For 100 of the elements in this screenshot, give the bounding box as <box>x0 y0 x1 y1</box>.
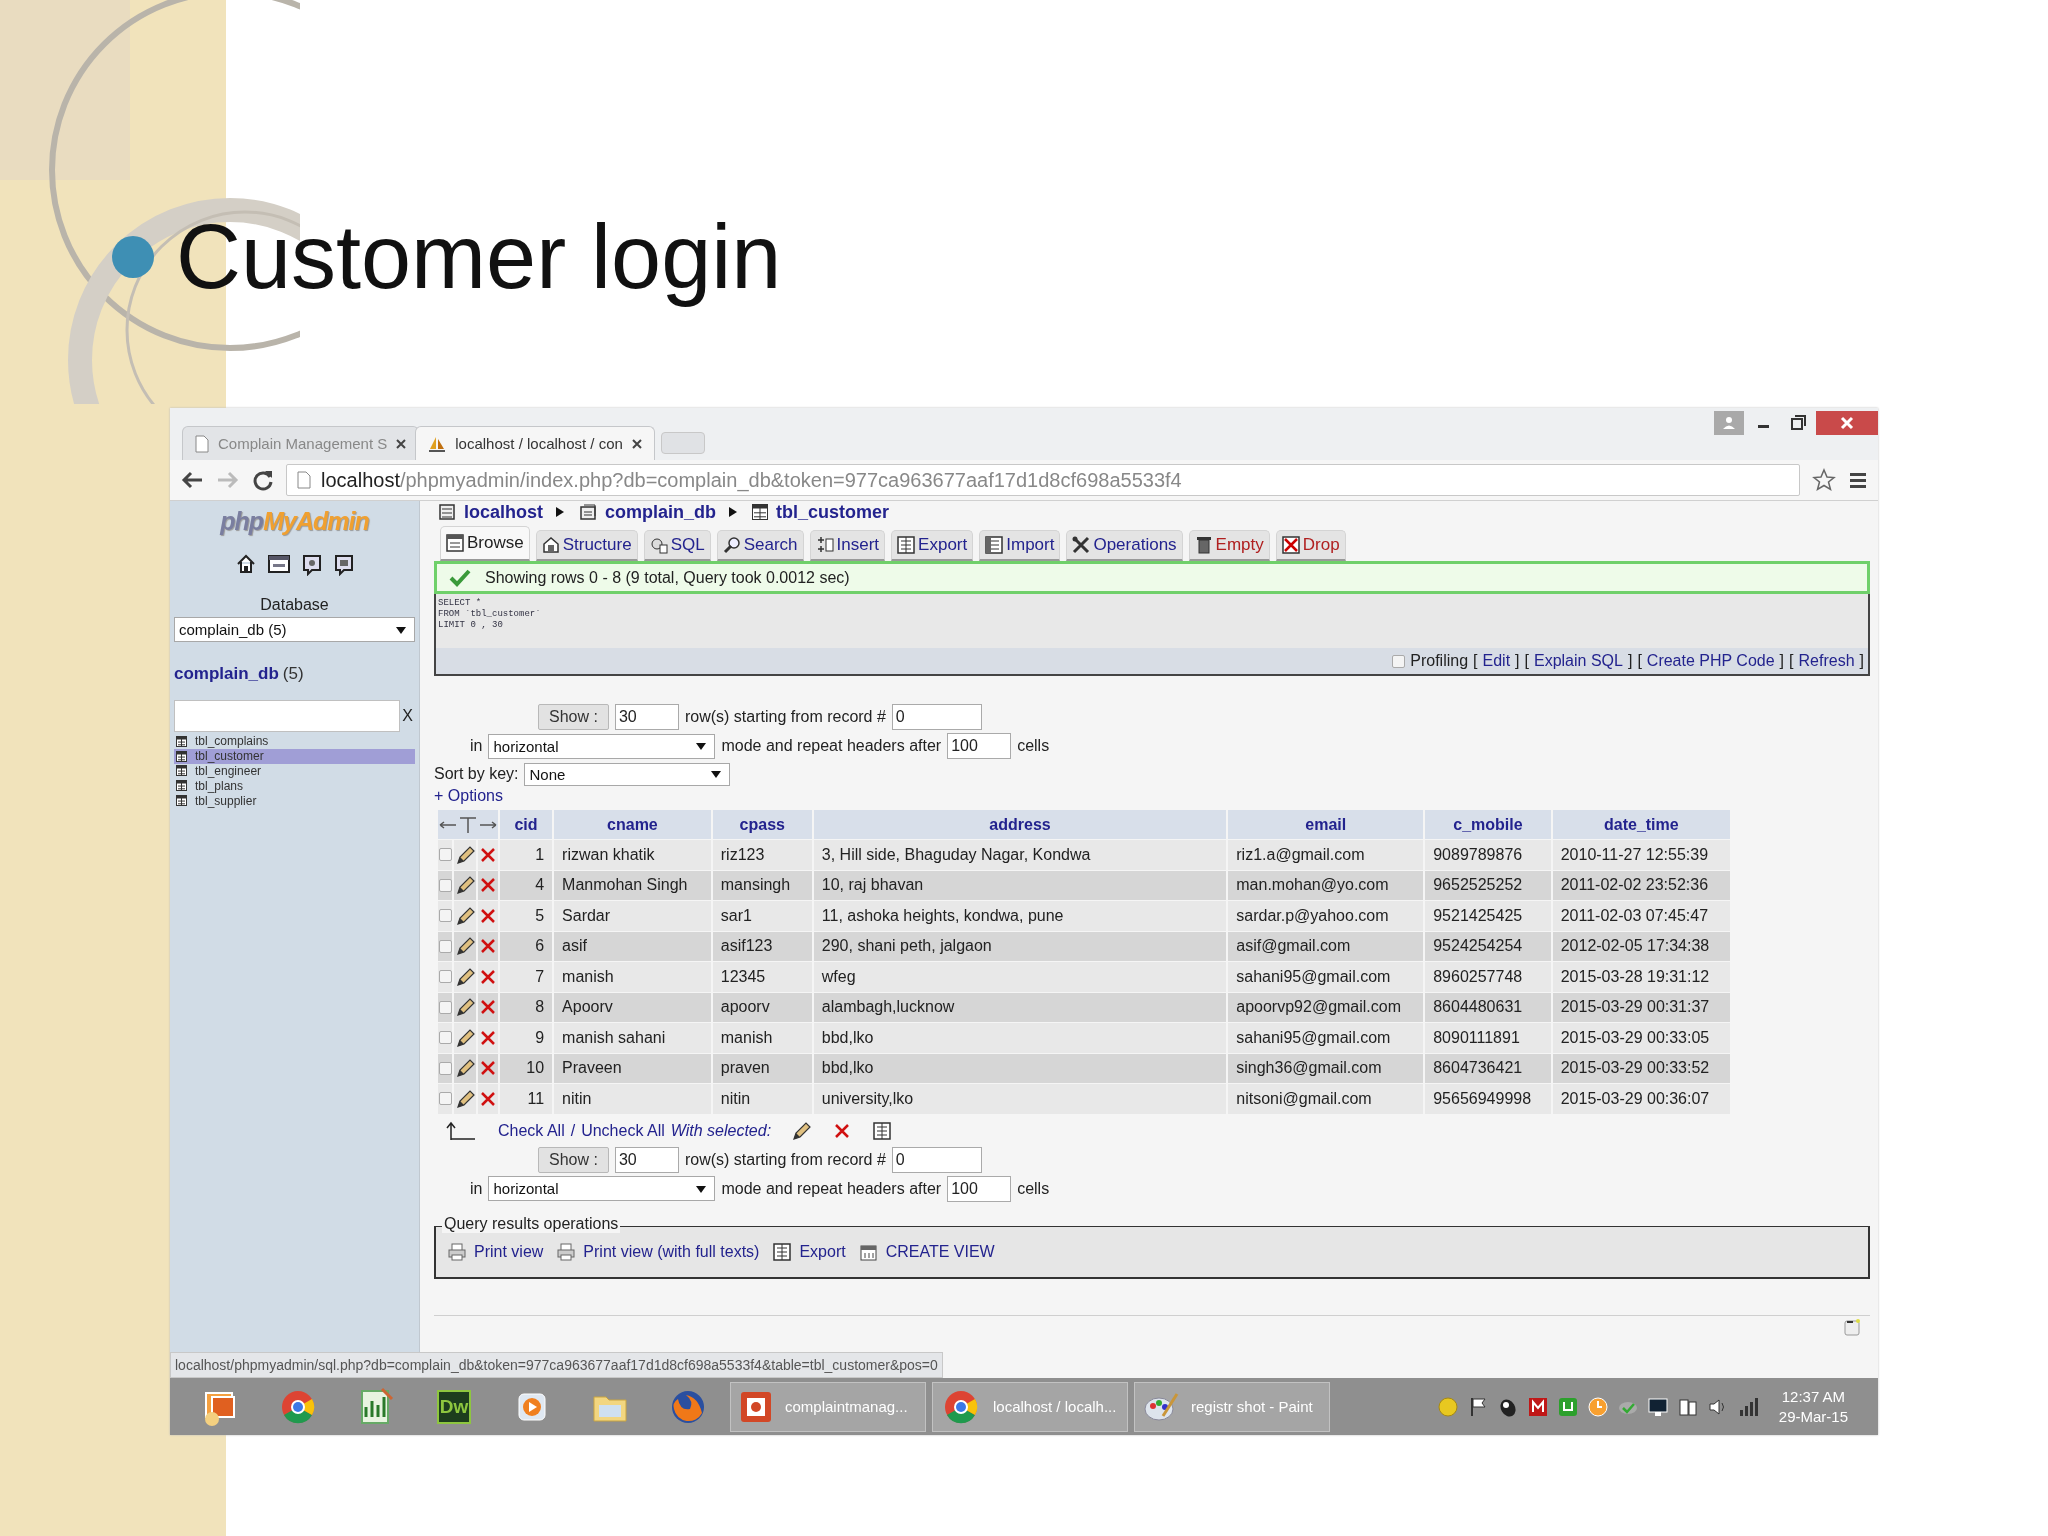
tab[interactable]: Insert <box>809 530 886 561</box>
link[interactable]: Edit <box>1482 652 1511 670</box>
delete-icon[interactable] <box>479 906 498 925</box>
menu-icon[interactable] <box>1848 470 1868 490</box>
column-header[interactable]: cpass <box>712 810 812 839</box>
rows-field[interactable]: 30 <box>614 704 679 730</box>
row-checkbox[interactable] <box>438 939 452 953</box>
row-checkbox[interactable] <box>438 1000 452 1014</box>
close-icon[interactable] <box>631 438 642 449</box>
column-header[interactable]: address <box>813 810 1227 839</box>
dreamweaver-icon[interactable]: Dw <box>437 1389 471 1424</box>
breadcrumb-link[interactable]: localhost <box>464 501 543 523</box>
row-checkbox[interactable] <box>438 1031 452 1045</box>
sidebar-item[interactable]: tbl_complains <box>174 734 415 749</box>
sql-window-icon[interactable] <box>267 554 290 574</box>
link[interactable]: Create PHP Code <box>1646 652 1775 670</box>
tab[interactable]: SQL <box>643 530 711 561</box>
delete-icon[interactable] <box>479 845 498 864</box>
mode-select[interactable]: horizontal <box>488 733 716 759</box>
row-checkbox[interactable] <box>438 970 452 984</box>
column-header[interactable]: c_mobile <box>1425 810 1551 839</box>
rows-field[interactable]: 30 <box>614 1146 679 1173</box>
mode-select[interactable]: horizontal <box>488 1176 716 1201</box>
bracket-text: [ <box>1524 652 1529 670</box>
export-icon[interactable] <box>873 1121 892 1140</box>
clear-button[interactable]: X <box>400 707 415 725</box>
repeat-field[interactable]: 100 <box>947 733 1012 759</box>
row-checkbox[interactable] <box>438 1061 452 1075</box>
close-icon[interactable] <box>396 438 407 449</box>
show-button[interactable]: Show : <box>538 704 609 730</box>
row-checkbox[interactable] <box>438 1092 452 1106</box>
tab[interactable]: Operations <box>1066 530 1183 561</box>
console-icon[interactable] <box>1844 1317 1860 1336</box>
link[interactable]: Explain SQL <box>1534 652 1623 670</box>
reload-icon[interactable] <box>252 469 274 491</box>
database-select[interactable]: complain_db (5) <box>174 617 415 642</box>
filter-field[interactable] <box>174 700 401 732</box>
browser-tab[interactable]: localhost / localhost / con <box>415 426 655 460</box>
delete-icon[interactable] <box>479 967 498 986</box>
profiling-checkbox[interactable] <box>1392 654 1406 668</box>
column-header[interactable]: cname <box>554 810 711 839</box>
column-header[interactable]: date_time <box>1552 810 1730 839</box>
show-button[interactable]: Show : <box>538 1146 609 1173</box>
pencil-icon[interactable] <box>455 876 476 895</box>
tab[interactable]: Import <box>979 530 1061 561</box>
address-field[interactable]: localhost/phpmyadmin/index.php?db=complain_db&token=977ca963677aaf17d1d8cf698a5533f4 <box>286 464 1800 496</box>
pencil-icon[interactable] <box>455 967 476 986</box>
pencil-icon[interactable] <box>455 1059 476 1078</box>
caret-icon <box>696 742 707 750</box>
home-icon[interactable] <box>235 554 256 574</box>
row-checkbox[interactable] <box>438 878 452 892</box>
sidebar-item[interactable]: tbl_customer <box>174 748 415 764</box>
tray-app-icon[interactable] <box>1526 1395 1549 1418</box>
link[interactable]: Refresh <box>1798 652 1855 670</box>
column-header[interactable]: email <box>1228 810 1424 839</box>
column-header[interactable]: cid <box>500 810 553 839</box>
row-checkbox[interactable] <box>438 909 452 923</box>
tab[interactable]: Search <box>716 530 804 561</box>
pencil-icon[interactable] <box>455 845 476 864</box>
star-icon[interactable] <box>1812 468 1836 492</box>
pencil-icon[interactable] <box>455 1028 476 1047</box>
tab[interactable]: Empty <box>1188 530 1270 561</box>
link[interactable]: CREATE VIEW <box>885 1242 995 1261</box>
start-field[interactable]: 0 <box>891 704 982 730</box>
link[interactable]: Export <box>799 1242 846 1261</box>
table-cell: praven <box>712 1053 812 1083</box>
tab[interactable]: Browse <box>440 526 530 561</box>
pencil-icon[interactable] <box>455 998 476 1017</box>
delete-icon[interactable] <box>833 1121 852 1140</box>
back-icon[interactable] <box>180 469 204 491</box>
uncheck-all-link[interactable]: Uncheck All <box>581 1121 665 1140</box>
sidebar-item[interactable]: tbl_plans <box>174 778 415 794</box>
sort-select[interactable]: None <box>524 762 731 786</box>
options-link[interactable]: + Options <box>434 787 1870 809</box>
sidebar-item[interactable]: tbl_engineer <box>174 763 415 779</box>
check-all-link[interactable]: Check All <box>498 1121 565 1140</box>
start-field[interactable]: 0 <box>891 1146 982 1173</box>
breadcrumb-link[interactable]: complain_db <box>605 501 717 523</box>
repeat-field[interactable]: 100 <box>947 1175 1012 1202</box>
pencil-icon[interactable] <box>455 906 476 925</box>
close-button[interactable] <box>1816 411 1878 435</box>
pencil-icon[interactable] <box>455 1089 476 1108</box>
delete-icon[interactable] <box>479 1089 498 1108</box>
monitor-icon[interactable] <box>1646 1395 1669 1418</box>
link[interactable]: Print view (with full texts) <box>583 1242 760 1261</box>
link[interactable]: Print view <box>474 1242 544 1261</box>
sidebar-item[interactable]: tbl_supplier <box>174 793 415 808</box>
clock-icon[interactable] <box>1586 1395 1609 1418</box>
table-cell: 9 <box>500 1023 553 1053</box>
pencil-icon[interactable] <box>455 937 476 956</box>
tray-app-icon[interactable] <box>1556 1395 1579 1418</box>
delete-icon[interactable] <box>479 1028 498 1047</box>
table-icon <box>446 534 464 552</box>
database-link[interactable]: complain_db <box>174 664 279 683</box>
row-checkbox[interactable] <box>438 848 452 862</box>
breadcrumb-link[interactable]: tbl_customer <box>776 501 890 523</box>
tab[interactable]: Drop <box>1275 530 1346 561</box>
tab[interactable]: Structure <box>535 530 638 561</box>
tab[interactable]: Export <box>891 530 974 561</box>
pencil-icon[interactable] <box>791 1121 812 1140</box>
